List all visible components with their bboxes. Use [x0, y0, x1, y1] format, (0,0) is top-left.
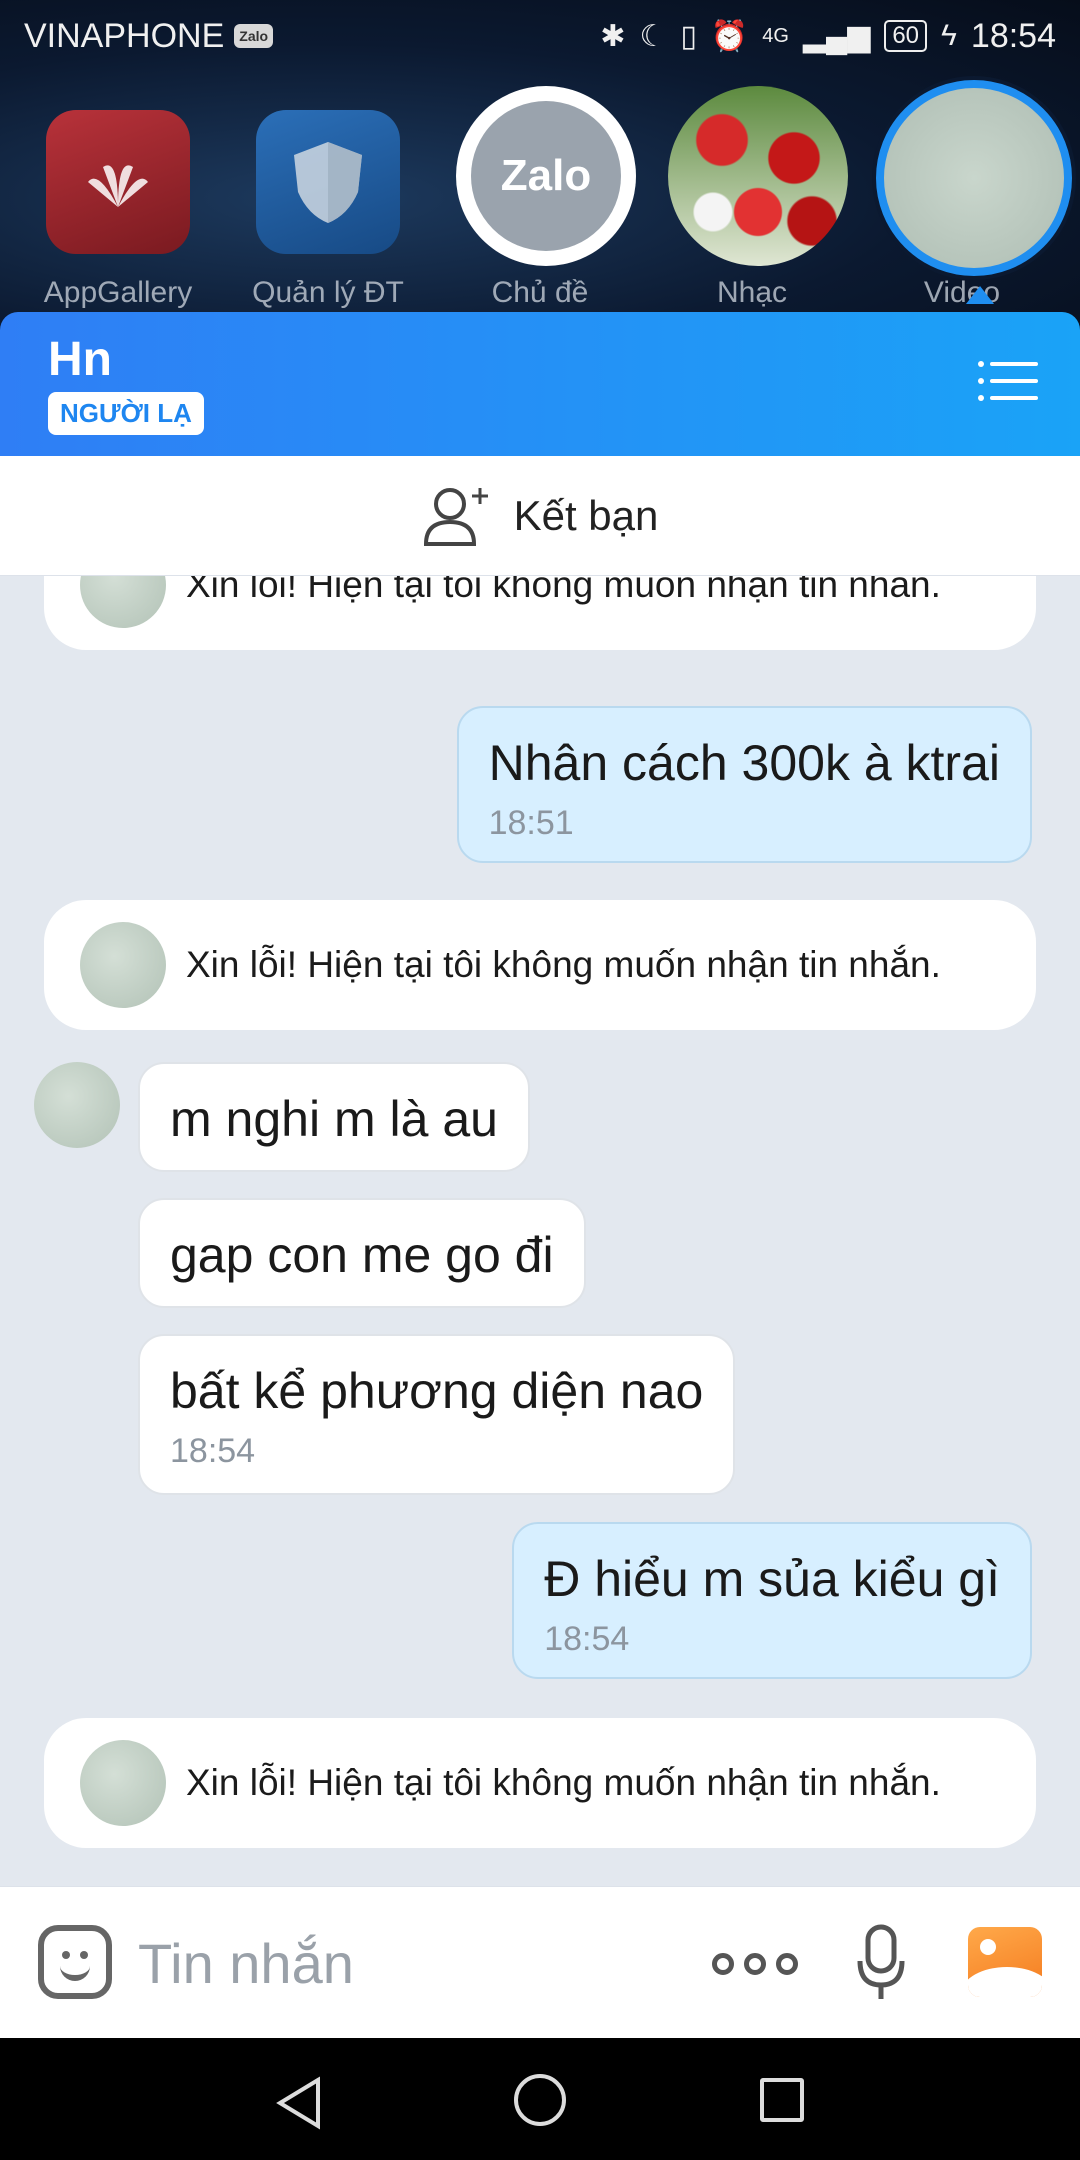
- bluetooth-icon: ✱: [600, 19, 626, 53]
- system-navigation-bar: [0, 2038, 1080, 2160]
- zalo-notification-icon: Zalo: [234, 24, 274, 48]
- battery-level: 60: [884, 20, 928, 52]
- chat-header: Hn NGƯỜI LẠ: [0, 312, 1080, 456]
- charging-icon: ϟ: [941, 19, 957, 52]
- chat-head-contact-flowers[interactable]: [668, 86, 848, 266]
- message-time: 18:54: [170, 1432, 256, 1470]
- do-not-disturb-icon: ☾: [639, 19, 667, 53]
- chat-head-zalo[interactable]: Zalo: [456, 86, 636, 266]
- appgallery-icon: [46, 110, 190, 254]
- incoming-message[interactable]: bất kể phương diện nao 18:54: [138, 1334, 736, 1495]
- app-appgallery[interactable]: AppGallery: [18, 80, 218, 310]
- zalo-logo-icon: Zalo: [471, 101, 621, 251]
- alarm-icon: ⏰: [710, 19, 749, 53]
- carrier-name: VINAPHONE: [24, 16, 225, 55]
- message-list[interactable]: Xin lỗi! Hiện tại tôi không muốn nhận ti…: [0, 576, 1080, 1886]
- microphone-icon[interactable]: [856, 1923, 906, 2003]
- contact-name[interactable]: Hn: [48, 332, 112, 387]
- avatar: [80, 1740, 166, 1826]
- clock: 18:54: [970, 16, 1056, 55]
- system-message: Xin lỗi! Hiện tại tôi không muốn nhận ti…: [44, 1718, 1036, 1848]
- system-message: Xin lỗi! Hiện tại tôi không muốn nhận ti…: [44, 900, 1036, 1030]
- back-icon[interactable]: [274, 2076, 324, 2130]
- status-icons: ✱ ☾ ▯ ⏰ 4G ▂▄▆ 60 ϟ 18:54: [600, 17, 1056, 56]
- active-chat-head-pointer: [966, 286, 994, 304]
- home-icon[interactable]: [514, 2074, 566, 2126]
- carrier-info: VINAPHONE Zalo: [24, 16, 274, 56]
- vibrate-icon: ▯: [680, 19, 697, 53]
- image-icon[interactable]: [968, 1927, 1042, 1997]
- app-label: Quản lý ĐT: [252, 276, 404, 309]
- status-bar: VINAPHONE Zalo ✱ ☾ ▯ ⏰ 4G ▂▄▆ 60 ϟ 18:54: [0, 0, 1080, 72]
- add-friend-button[interactable]: Kết bạn: [0, 456, 1080, 576]
- recent-apps-icon[interactable]: [760, 2078, 804, 2122]
- avatar: [80, 922, 166, 1008]
- message-input-bar: Tin nhắn: [0, 1886, 1080, 2038]
- outgoing-message[interactable]: Đ hiểu m sủa kiểu gì 18:54: [512, 1522, 1032, 1679]
- add-friend-label: Kết bạn: [513, 491, 659, 539]
- app-label: AppGallery: [43, 276, 193, 309]
- avatar: [80, 576, 166, 628]
- sender-avatar[interactable]: [34, 1062, 120, 1148]
- app-label: Nhạc: [716, 276, 788, 309]
- signal-icon: ▂▄▆: [802, 19, 871, 53]
- incoming-message[interactable]: m nghi m là au: [138, 1062, 530, 1172]
- outgoing-message[interactable]: Nhân cách 300k à ktrai 18:51: [456, 706, 1032, 863]
- app-label: Video: [923, 276, 1001, 309]
- app-phone-manager[interactable]: Quản lý ĐT: [228, 80, 428, 310]
- menu-icon[interactable]: [978, 358, 1038, 404]
- stranger-badge: NGƯỜI LẠ: [48, 392, 204, 435]
- chat-head-active-contact[interactable]: [876, 80, 1072, 276]
- system-message: Xin lỗi! Hiện tại tôi không muốn nhận ti…: [44, 576, 1036, 650]
- home-app-row: AppGallery Quản lý ĐT Chủ đề Nhạc Video …: [0, 80, 1080, 320]
- shield-icon: [256, 110, 400, 254]
- message-time: 18:51: [488, 804, 574, 842]
- more-icon[interactable]: [712, 1953, 798, 1975]
- network-type: 4G: [762, 24, 789, 47]
- add-user-icon: [423, 487, 488, 546]
- incoming-message[interactable]: gap con me go đi: [138, 1198, 586, 1308]
- message-input[interactable]: Tin nhắn: [138, 1931, 354, 1996]
- app-label: Chủ đề: [491, 276, 589, 309]
- message-time: 18:54: [544, 1620, 630, 1658]
- sticker-icon[interactable]: [38, 1925, 112, 1999]
